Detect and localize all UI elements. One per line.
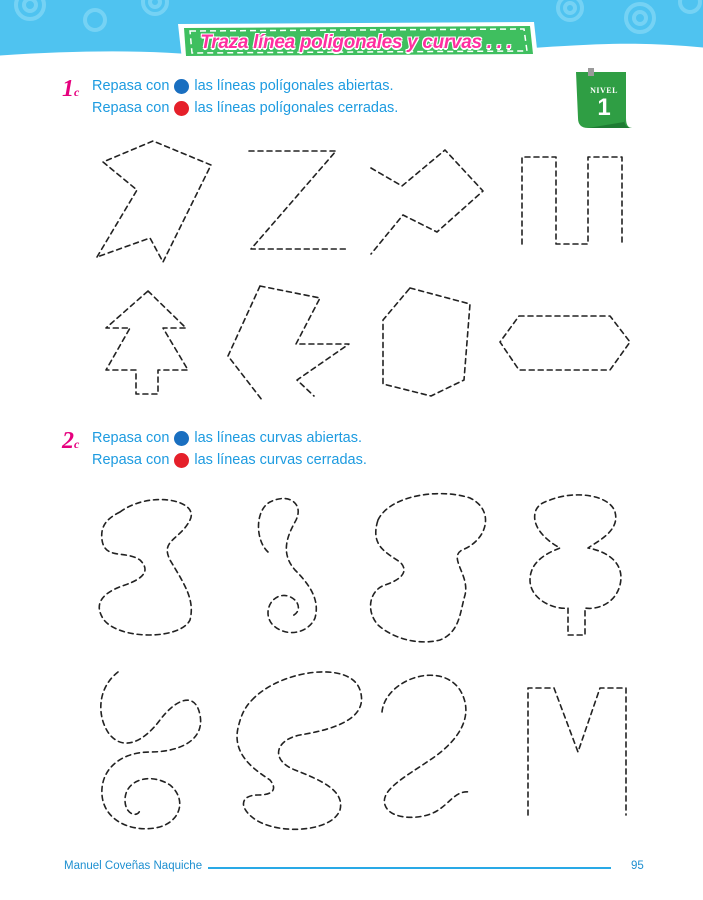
polygon-hexagon [382, 287, 471, 397]
polyline-m [527, 687, 627, 816]
polygon-tree [105, 290, 189, 395]
page-number: 95 [631, 860, 644, 872]
curve-spiral-open [257, 497, 317, 634]
polyline-lightning [227, 285, 350, 401]
curve-s-open [381, 674, 471, 819]
curve-mushroom-closed [529, 494, 622, 636]
polyline-z [248, 150, 348, 250]
tracing-figures [96, 140, 631, 831]
polyline-u [521, 156, 623, 245]
curve-s-spiral-open [100, 671, 202, 830]
polyline-zigzag [370, 149, 484, 255]
polygon-elongated-hexagon [499, 315, 631, 371]
curve-s-closed-wide [236, 671, 363, 831]
curve-blob-closed [369, 492, 487, 643]
footer-author: Manuel Coveñas Naquiche [64, 860, 203, 872]
polygon-arrow [96, 140, 212, 263]
curve-s-closed [98, 498, 193, 636]
footer-divider [208, 867, 611, 869]
